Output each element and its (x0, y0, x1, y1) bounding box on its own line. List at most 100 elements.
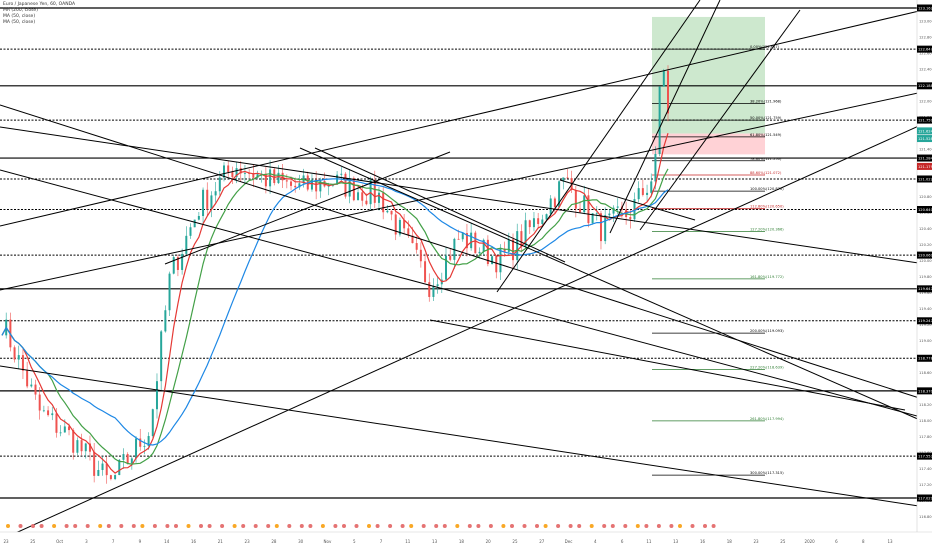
candle-body (202, 189, 205, 217)
event-icon[interactable] (568, 524, 573, 528)
candle-body (151, 409, 154, 437)
event-icon[interactable] (333, 524, 338, 528)
candle-body (553, 198, 556, 208)
price-badge-label: 120.640 (918, 208, 932, 212)
event-icon[interactable] (690, 524, 695, 528)
candle-body (76, 440, 79, 453)
time-tick-label: 18 (727, 539, 733, 544)
event-icon[interactable] (409, 524, 414, 528)
event-icon[interactable] (220, 524, 225, 528)
time-tick-label: 18 (459, 539, 465, 544)
time-tick-label: 9 (139, 539, 142, 544)
candle-body (227, 165, 230, 173)
event-icon[interactable] (241, 524, 246, 528)
candle-body (478, 251, 481, 254)
event-icon[interactable] (602, 524, 607, 528)
candle-body (285, 180, 288, 182)
price-badge-label: 119.247 (918, 319, 932, 323)
event-icon[interactable] (287, 524, 292, 528)
event-icon[interactable] (577, 524, 582, 528)
event-icon[interactable] (199, 524, 203, 528)
event-icon[interactable] (73, 524, 78, 528)
event-icon[interactable] (669, 524, 674, 528)
event-icon[interactable] (510, 524, 514, 528)
indicator-ma-3: MA (50, close) (3, 20, 36, 25)
event-icon[interactable] (106, 524, 111, 528)
candle-body (595, 213, 598, 215)
fib-level-label: 38.20%(121.968) (750, 99, 782, 103)
event-icon[interactable] (266, 524, 271, 528)
event-icon[interactable] (644, 524, 649, 528)
price-tick-label: 118.600 (919, 371, 932, 375)
candle-body (566, 177, 569, 179)
event-icon[interactable] (535, 524, 539, 528)
event-icon[interactable] (85, 524, 90, 528)
event-icon[interactable] (186, 524, 191, 528)
candle-body (616, 206, 619, 208)
event-icon[interactable] (253, 524, 258, 528)
event-icon[interactable] (152, 524, 157, 528)
event-icon[interactable] (354, 524, 359, 528)
event-icon[interactable] (98, 524, 103, 528)
event-icon[interactable] (375, 524, 380, 528)
time-tick-label: 25 (780, 539, 786, 544)
event-icon[interactable] (421, 524, 426, 528)
event-icon[interactable] (165, 524, 170, 528)
candle-body (662, 70, 665, 87)
event-icon[interactable] (6, 524, 10, 528)
event-icon[interactable] (635, 524, 640, 528)
event-icon[interactable] (711, 524, 716, 528)
event-icon[interactable] (320, 524, 325, 528)
candle-body (130, 458, 133, 464)
time-tick-label: 23 (754, 539, 760, 544)
event-icon[interactable] (299, 524, 304, 528)
candle-body (206, 189, 209, 209)
event-icon[interactable] (434, 524, 439, 528)
event-icon[interactable] (64, 524, 69, 528)
event-icon[interactable] (610, 524, 615, 528)
event-icon[interactable] (31, 524, 35, 528)
chart-area[interactable]: Euro / Japanese Yen, 60, OANDA MA (200, … (0, 0, 932, 550)
candle-body (599, 213, 602, 242)
time-tick-label: 14 (164, 539, 170, 544)
event-icon[interactable] (174, 524, 178, 528)
event-icon[interactable] (400, 524, 405, 528)
event-icon[interactable] (39, 524, 44, 528)
event-icon[interactable] (388, 524, 393, 528)
candle-body (424, 261, 427, 283)
event-icon[interactable] (467, 524, 472, 528)
event-icon[interactable] (442, 524, 447, 528)
event-icon[interactable] (18, 524, 23, 528)
event-icon[interactable] (476, 524, 481, 528)
candle-body (193, 219, 196, 228)
event-icon[interactable] (543, 524, 548, 528)
event-icon[interactable] (455, 524, 460, 528)
event-icon[interactable] (274, 524, 279, 528)
event-icon[interactable] (488, 524, 493, 528)
time-tick-label: 2020 (805, 539, 816, 544)
event-icon[interactable] (232, 524, 237, 528)
event-icon[interactable] (140, 524, 145, 528)
event-icon[interactable] (308, 524, 313, 528)
event-icon[interactable] (501, 524, 506, 528)
event-icon[interactable] (367, 524, 371, 528)
event-icon[interactable] (119, 524, 124, 528)
event-icon[interactable] (556, 524, 561, 528)
candle-body (269, 169, 272, 187)
candle-body (185, 235, 188, 254)
event-icon[interactable] (131, 524, 136, 528)
event-icon[interactable] (589, 524, 594, 528)
event-icon[interactable] (522, 524, 527, 528)
price-chart[interactable]: 0.00%(122.647)38.20%(121.968)50.00%(121.… (0, 0, 932, 550)
event-icon[interactable] (52, 524, 57, 528)
event-icon[interactable] (656, 524, 661, 528)
candle-body (340, 173, 343, 175)
time-tick-label: Dec (565, 539, 573, 544)
event-icon[interactable] (678, 524, 682, 528)
event-icon[interactable] (623, 524, 628, 528)
event-icon[interactable] (342, 524, 346, 528)
event-icon[interactable] (703, 524, 707, 528)
event-icon[interactable] (207, 524, 212, 528)
candle-body (390, 210, 393, 215)
price-tick-label: 119.400 (919, 307, 932, 311)
